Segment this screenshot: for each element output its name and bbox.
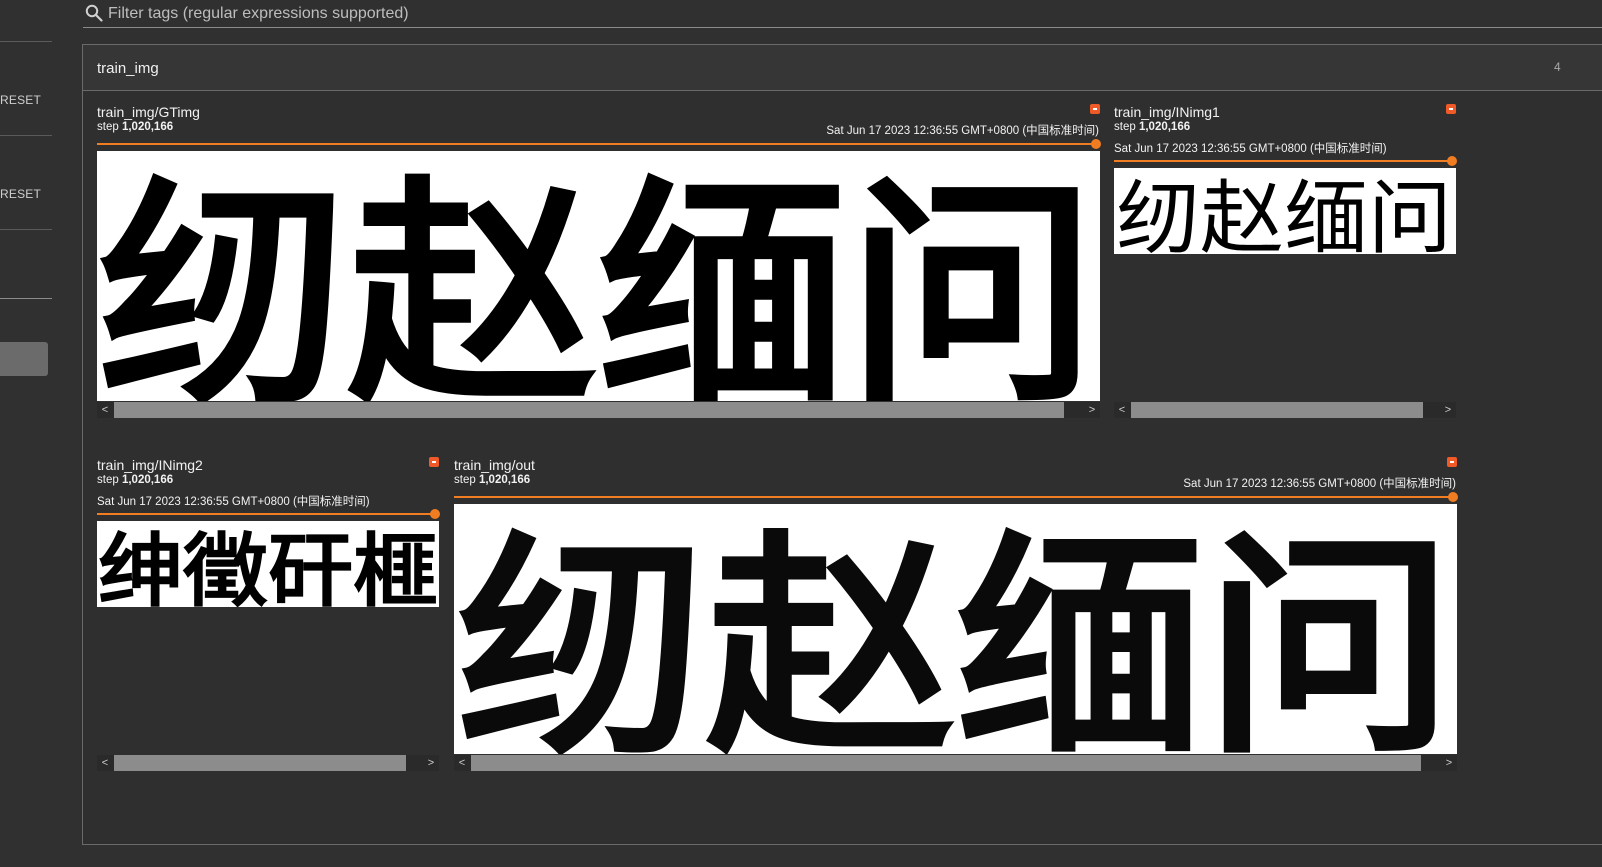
step-value: 1,020,166 [121,474,174,486]
slider-thumb[interactable] [1447,156,1457,166]
step-slider[interactable] [97,139,1101,149]
step-value: 1,020,166 [1138,121,1191,133]
image-display: 纫赵缅问 [97,151,1100,401]
sidebar-button[interactable] [0,342,48,376]
sidebar-divider [0,135,52,136]
horizontal-scrollbar[interactable]: < > [97,402,1100,418]
step-info: step 1,020,166 [97,121,173,133]
card-title: train_img/INimg1 [1114,104,1220,120]
group-count: 4 [1554,60,1561,74]
slider-thumb[interactable] [1448,492,1458,502]
timestamp: Sat Jun 17 2023 12:36:55 GMT+0800 (中国标准时… [1114,143,1387,155]
sidebar-divider [0,41,52,42]
scroll-left-icon[interactable]: < [455,756,469,770]
horizontal-scrollbar[interactable]: < > [97,755,439,771]
step-label: step [97,121,119,133]
image-card: train_img/out step 1,020,166 Sat Jun 17 … [454,457,1458,775]
scroll-thumb[interactable] [471,755,1421,771]
step-value: 1,020,166 [121,121,174,133]
scroll-thumb[interactable] [1131,402,1423,418]
image-text: 纫赵缅问 [1116,172,1452,254]
slider-thumb[interactable] [1091,139,1101,149]
scroll-left-icon[interactable]: < [98,403,112,417]
filter-input[interactable] [106,2,1590,26]
group-title: train_img [97,60,159,77]
step-slider[interactable] [454,492,1458,502]
image-card: train_img/INimg1 step 1,020,166 Sat Jun … [1114,104,1458,422]
image-card: train_img/GTimg step 1,020,166 Sat Jun 1… [97,104,1101,422]
step-label: step [454,474,476,486]
horizontal-scrollbar[interactable]: < > [1114,402,1456,418]
reset-button[interactable]: RESET [0,93,41,107]
image-card: train_img/INimg2 step 1,020,166 Sat Jun … [97,457,441,775]
timestamp: Sat Jun 17 2023 12:36:55 GMT+0800 (中国标准时… [97,496,370,508]
scroll-left-icon[interactable]: < [98,756,112,770]
horizontal-scrollbar[interactable]: < > [454,755,1457,771]
image-text: 纫赵缅问 [456,511,1454,754]
step-info: step 1,020,166 [97,474,173,486]
step-label: step [1114,121,1136,133]
scroll-left-icon[interactable]: < [1115,403,1129,417]
scroll-right-icon[interactable]: > [1442,756,1456,770]
slider-thumb[interactable] [430,509,440,519]
timestamp: Sat Jun 17 2023 12:36:55 GMT+0800 (中国标准时… [1183,478,1456,490]
search-icon [85,4,103,22]
tag-filter [83,0,1602,28]
step-info: step 1,020,166 [454,474,530,486]
step-slider[interactable] [1114,156,1457,166]
step-slider[interactable] [97,509,440,519]
reset-button[interactable]: RESET [0,187,41,201]
pin-icon[interactable] [1090,104,1100,114]
image-display: 绅徵矸榧 [97,521,439,607]
sidebar-divider [0,229,52,230]
pin-icon[interactable] [429,457,439,467]
scroll-thumb[interactable] [114,402,1064,418]
sidebar: RESET RESET [0,0,52,867]
image-text: 纫赵缅问 [97,156,1097,401]
image-display: 纫赵缅问 [1114,168,1456,254]
card-title: train_img/INimg2 [97,457,203,473]
scroll-right-icon[interactable]: > [424,756,438,770]
image-text: 绅徵矸榧 [98,525,438,607]
sidebar-divider [0,298,52,299]
scroll-right-icon[interactable]: > [1085,403,1099,417]
step-info: step 1,020,166 [1114,121,1190,133]
scroll-thumb[interactable] [114,755,406,771]
step-value: 1,020,166 [478,474,531,486]
scroll-right-icon[interactable]: > [1441,403,1455,417]
timestamp: Sat Jun 17 2023 12:36:55 GMT+0800 (中国标准时… [826,125,1099,137]
card-title: train_img/GTimg [97,104,200,120]
card-title: train_img/out [454,457,535,473]
pin-icon[interactable] [1446,104,1456,114]
image-display: 纫赵缅问 [454,504,1457,754]
step-label: step [97,474,119,486]
group-header[interactable]: train_img 4 [83,45,1602,91]
pin-icon[interactable] [1447,457,1457,467]
